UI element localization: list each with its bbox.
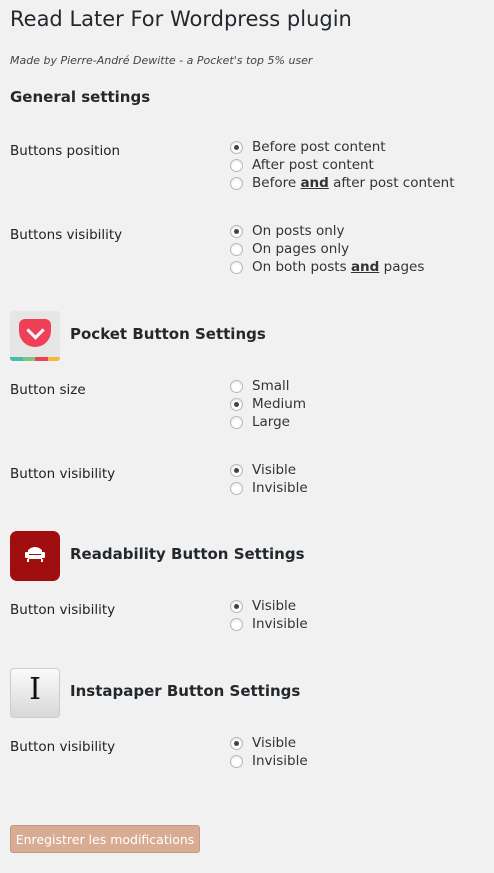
readability-invisible-option[interactable]: Invisible <box>230 615 308 633</box>
radio-button[interactable] <box>230 481 243 495</box>
position-option-both[interactable]: Before and after post content <box>230 174 454 192</box>
position-option-before[interactable]: Before post content <box>230 138 454 156</box>
pocket-visibility-group: Visible Invisible <box>230 461 308 497</box>
page-title: Read Later For Wordpress plugin <box>10 7 352 31</box>
size-option-medium[interactable]: Medium <box>230 395 306 413</box>
pocket-visible-option[interactable]: Visible <box>230 461 308 479</box>
visibility-option-posts[interactable]: On posts only <box>230 222 424 240</box>
readability-logo-icon <box>10 531 60 581</box>
visibility-option-pages[interactable]: On pages only <box>230 240 424 258</box>
pocket-size-group: Small Medium Large <box>230 377 306 431</box>
readability-visibility-label: Button visibility <box>10 602 116 618</box>
radio-button[interactable] <box>230 224 243 238</box>
instapaper-visibility-label: Button visibility <box>10 739 116 755</box>
position-option-after[interactable]: After post content <box>230 156 454 174</box>
pocket-size-label: Button size <box>10 382 86 398</box>
radio-button[interactable] <box>230 176 243 190</box>
radio-button[interactable] <box>230 140 243 154</box>
page-subtitle: Made by Pierre-André Dewitte - a Pocket'… <box>10 54 313 67</box>
readability-visibility-group: Visible Invisible <box>230 597 308 633</box>
readability-visible-option[interactable]: Visible <box>230 597 308 615</box>
instapaper-invisible-option[interactable]: Invisible <box>230 752 308 770</box>
pocket-visibility-label: Button visibility <box>10 466 116 482</box>
radio-button[interactable] <box>230 754 243 768</box>
radio-button[interactable] <box>230 415 243 429</box>
instapaper-logo-icon: I <box>10 668 60 718</box>
radio-button[interactable] <box>230 260 243 274</box>
radio-button[interactable] <box>230 379 243 393</box>
instapaper-settings-heading: Instapaper Button Settings <box>70 682 301 700</box>
radio-button[interactable] <box>230 158 243 172</box>
general-settings-heading: General settings <box>10 88 151 106</box>
pocket-invisible-option[interactable]: Invisible <box>230 479 308 497</box>
size-option-small[interactable]: Small <box>230 377 306 395</box>
visibility-option-both[interactable]: On both posts and pages <box>230 258 424 276</box>
buttons-position-group: Before post content After post content B… <box>230 138 454 192</box>
readability-settings-heading: Readability Button Settings <box>70 545 305 563</box>
radio-button[interactable] <box>230 242 243 256</box>
radio-button[interactable] <box>230 736 243 750</box>
radio-button[interactable] <box>230 397 243 411</box>
instapaper-visible-option[interactable]: Visible <box>230 734 308 752</box>
buttons-visibility-group: On posts only On pages only On both post… <box>230 222 424 276</box>
buttons-position-label: Buttons position <box>10 143 121 159</box>
pocket-logo-icon <box>10 311 60 361</box>
buttons-visibility-label: Buttons visibility <box>10 227 123 243</box>
instapaper-visibility-group: Visible Invisible <box>230 734 308 770</box>
size-option-large[interactable]: Large <box>230 413 306 431</box>
radio-button[interactable] <box>230 599 243 613</box>
pocket-settings-heading: Pocket Button Settings <box>70 325 266 343</box>
radio-button[interactable] <box>230 617 243 631</box>
radio-button[interactable] <box>230 463 243 477</box>
save-button[interactable]: Enregistrer les modifications <box>10 825 200 853</box>
